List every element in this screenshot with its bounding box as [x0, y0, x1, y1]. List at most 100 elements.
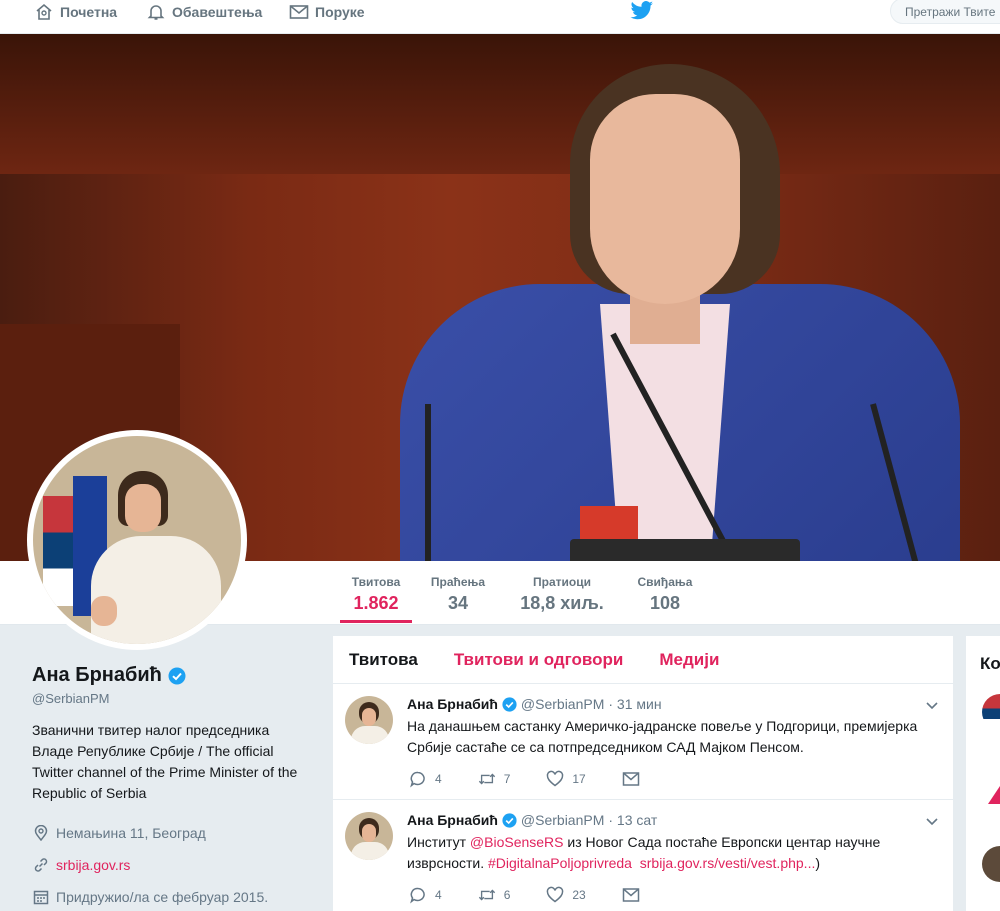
envelope-icon [622, 888, 639, 902]
tweet-avatar[interactable] [345, 696, 393, 744]
calendar-icon [32, 888, 50, 906]
avatar-body [91, 536, 221, 644]
direct-message-button[interactable] [622, 886, 648, 904]
reply-button[interactable]: 4 [409, 770, 442, 788]
like-count: 23 [572, 888, 586, 902]
tweet-header: Ана Брнабић @SerbianPM · 13 сат [407, 812, 657, 828]
stat-value: 34 [447, 593, 469, 613]
reply-icon [410, 771, 425, 788]
profile-handle[interactable]: @SerbianPM [32, 691, 312, 706]
suggested-account-avatar[interactable] [982, 694, 1000, 730]
nav-notifications-label: Обавештења [172, 4, 263, 20]
timeline-tabs: Твитова Твитови и одговори Медији [333, 636, 953, 684]
tab-media[interactable]: Медији [659, 650, 719, 670]
tweet-mention-link[interactable]: @BioSenseRS [470, 834, 564, 850]
stat-label: Праћења [430, 575, 486, 589]
tweet[interactable]: Ана Брнабић @SerbianPM · 31 мин На данаш… [333, 684, 953, 800]
verified-badge-icon [502, 812, 517, 828]
tweet-author-name[interactable]: Ана Брнабић [407, 812, 498, 828]
location-pin-icon [32, 824, 50, 842]
panel-title: Ко [980, 654, 1000, 673]
profile-card: Ана Брнабић @SerbianPM Званични твитер н… [32, 664, 312, 906]
home-icon [34, 2, 54, 22]
avatar-face [362, 708, 376, 726]
banner-mic [425, 404, 431, 561]
twitter-bird-icon[interactable] [630, 1, 654, 21]
reply-count: 4 [435, 888, 442, 902]
profile-location: Немањина 11, Београд [32, 824, 312, 842]
tweet-time[interactable]: · 31 мин [608, 696, 661, 712]
banner-face [590, 94, 740, 304]
stat-label: Свиђања [637, 575, 693, 589]
envelope-icon [289, 2, 309, 22]
avatar-face [125, 484, 161, 532]
stat-followers[interactable]: Пратиоци 18,8 хиљ. [512, 575, 612, 614]
tweet-text-part: ) [815, 855, 821, 871]
tab-tweets-and-replies[interactable]: Твитови и одговори [454, 650, 624, 670]
retweet-button[interactable]: 7 [478, 770, 511, 788]
nav-home-label: Почетна [60, 4, 118, 20]
reply-button[interactable]: 4 [409, 886, 442, 904]
avatar-body [351, 842, 389, 860]
tweet-avatar[interactable] [345, 812, 393, 860]
suggested-account-avatar[interactable] [982, 846, 1000, 882]
stat-value: 18,8 хиљ. [520, 593, 604, 613]
retweet-icon [478, 889, 495, 901]
verified-badge-icon [502, 696, 517, 712]
profile-name-text: Ана Брнабић [32, 664, 162, 686]
chevron-down-icon[interactable] [925, 814, 939, 828]
stat-value: 108 [649, 593, 681, 613]
avatar-image [33, 436, 241, 644]
search-input[interactable]: Претражи Твите [890, 0, 1000, 24]
avatar-hand [91, 596, 117, 626]
tweet-author-handle[interactable]: @SerbianPM [521, 812, 604, 828]
like-count: 17 [572, 772, 586, 786]
suggested-account-avatar[interactable] [988, 786, 1000, 804]
website-link[interactable]: srbija.gov.rs [56, 857, 130, 873]
chevron-down-icon[interactable] [925, 698, 939, 712]
tweet[interactable]: Ана Брнабић @SerbianPM · 13 сат Институт… [333, 800, 953, 911]
nav-home[interactable]: Почетна [34, 0, 117, 24]
tweet-author-handle[interactable]: @SerbianPM [521, 696, 604, 712]
stat-label: Пратиоци [533, 575, 591, 589]
link-icon [32, 856, 50, 874]
heart-icon [547, 770, 564, 787]
reply-count: 4 [435, 772, 442, 786]
like-button[interactable]: 23 [546, 886, 586, 904]
who-to-follow-panel: Ко [966, 636, 1000, 911]
location-text: Немањина 11, Београд [56, 825, 206, 841]
tweet-actions: 4 6 23 [409, 886, 684, 904]
retweet-count: 6 [503, 888, 511, 902]
tweet-actions: 4 7 17 [409, 770, 684, 788]
stat-label: Твитова [351, 575, 401, 589]
retweet-count: 7 [503, 772, 511, 786]
tweet-header: Ана Брнабић @SerbianPM · 31 мин [407, 696, 662, 712]
tweet-url-link[interactable]: srbija.gov.rs/vesti/vest.php... [640, 855, 816, 871]
tweet-time[interactable]: · 13 сат [608, 812, 657, 828]
direct-message-button[interactable] [622, 770, 648, 788]
timeline: Твитова Твитови и одговори Медији Ана Бр… [333, 636, 953, 911]
profile-joined: Придружио/ла се фебруар 2015. [32, 888, 312, 906]
profile-website[interactable]: srbija.gov.rs [32, 856, 312, 874]
bell-icon [146, 2, 166, 22]
nav-messages[interactable]: Поруке [289, 0, 365, 24]
banner-podium [570, 539, 800, 561]
stat-following[interactable]: Праћења 34 [428, 575, 488, 614]
avatar-face [362, 824, 376, 842]
top-nav: Почетна Обавештења Поруке Претражи Твите [0, 0, 1000, 34]
tweet-text-part: Институт [407, 834, 470, 850]
tweet-hashtag-link[interactable]: #DigitalnaPoljoprivreda [488, 855, 632, 871]
joined-text: Придружио/ла се фебруар 2015. [56, 889, 269, 905]
stat-tweets[interactable]: Твитова 1.862 [340, 575, 412, 623]
nav-messages-label: Поруке [315, 4, 365, 20]
tweet-text: Институт @BioSenseRS из Новог Сада поста… [407, 832, 927, 874]
retweet-button[interactable]: 6 [478, 886, 511, 904]
stat-likes[interactable]: Свиђања 108 [634, 575, 696, 614]
profile-name[interactable]: Ана Брнабић [32, 664, 312, 687]
tab-tweets[interactable]: Твитова [349, 650, 418, 670]
like-button[interactable]: 17 [546, 770, 586, 788]
nav-notifications[interactable]: Обавештења [146, 0, 262, 24]
tweet-author-name[interactable]: Ана Брнабић [407, 696, 498, 712]
profile-avatar[interactable] [27, 430, 247, 650]
verified-badge-icon [168, 667, 186, 685]
